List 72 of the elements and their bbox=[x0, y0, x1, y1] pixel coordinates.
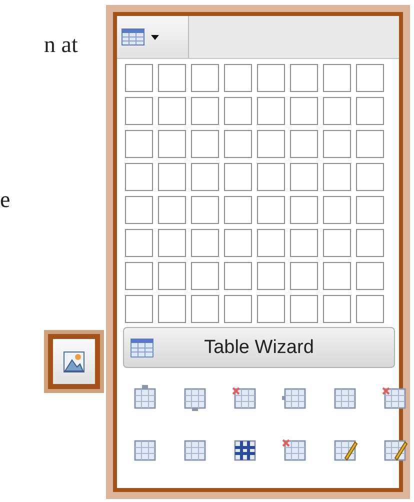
grid-cell[interactable] bbox=[224, 64, 252, 92]
grid-cell[interactable] bbox=[356, 196, 384, 224]
grid-cell[interactable] bbox=[356, 295, 384, 323]
grid-cell[interactable] bbox=[323, 97, 351, 125]
grid-cell[interactable] bbox=[257, 229, 285, 257]
grid-cell[interactable] bbox=[125, 64, 153, 92]
grid-cell[interactable] bbox=[191, 97, 219, 125]
grid-cell[interactable] bbox=[257, 163, 285, 191]
table-icon bbox=[130, 338, 154, 358]
grid-cell[interactable] bbox=[356, 163, 384, 191]
grid-cell[interactable] bbox=[191, 130, 219, 158]
grid-cell[interactable] bbox=[191, 229, 219, 257]
grid-cell[interactable] bbox=[224, 163, 252, 191]
grid-cell[interactable] bbox=[224, 196, 252, 224]
grid-cell[interactable] bbox=[356, 229, 384, 257]
grid-cell[interactable] bbox=[257, 97, 285, 125]
grid-cell[interactable] bbox=[224, 229, 252, 257]
grid-cell[interactable] bbox=[290, 295, 318, 323]
grid-cell[interactable] bbox=[158, 229, 186, 257]
document-text: e bbox=[0, 187, 10, 213]
grid-cell[interactable] bbox=[191, 262, 219, 290]
document-text: n at bbox=[44, 32, 78, 58]
table-dropdown-button[interactable] bbox=[117, 16, 189, 58]
grid-cell[interactable] bbox=[191, 163, 219, 191]
grid-cell[interactable] bbox=[323, 229, 351, 257]
grid-cell[interactable] bbox=[257, 196, 285, 224]
grid-cell[interactable] bbox=[290, 196, 318, 224]
grid-cell[interactable] bbox=[323, 262, 351, 290]
grid-cell[interactable] bbox=[125, 163, 153, 191]
grid-cell[interactable] bbox=[191, 64, 219, 92]
grid-cell[interactable] bbox=[323, 130, 351, 158]
grid-cell[interactable] bbox=[125, 262, 153, 290]
grid-cell[interactable] bbox=[290, 97, 318, 125]
grid-cell[interactable] bbox=[158, 295, 186, 323]
grid-cell[interactable] bbox=[257, 130, 285, 158]
grid-cell[interactable] bbox=[290, 64, 318, 92]
grid-cell[interactable] bbox=[125, 97, 153, 125]
grid-cell[interactable] bbox=[158, 130, 186, 158]
landscape-icon bbox=[63, 350, 85, 372]
grid-cell[interactable] bbox=[158, 196, 186, 224]
grid-cell[interactable] bbox=[191, 196, 219, 224]
caret-icon bbox=[151, 34, 159, 40]
grid-cell[interactable] bbox=[158, 64, 186, 92]
grid-cell[interactable] bbox=[257, 262, 285, 290]
table-wizard-button[interactable]: Table Wizard bbox=[123, 327, 395, 368]
grid-cell[interactable] bbox=[323, 163, 351, 191]
grid-cell[interactable] bbox=[158, 262, 186, 290]
grid-cell[interactable] bbox=[290, 262, 318, 290]
grid-cell[interactable] bbox=[125, 130, 153, 158]
grid-cell[interactable] bbox=[191, 295, 219, 323]
grid-cell[interactable] bbox=[125, 196, 153, 224]
grid-cell[interactable] bbox=[224, 262, 252, 290]
grid-cell[interactable] bbox=[323, 295, 351, 323]
grid-cell[interactable] bbox=[158, 97, 186, 125]
grid-cell[interactable] bbox=[323, 64, 351, 92]
grid-cell[interactable] bbox=[158, 163, 186, 191]
grid-cell[interactable] bbox=[224, 295, 252, 323]
grid-cell[interactable] bbox=[323, 196, 351, 224]
grid-cell[interactable] bbox=[290, 163, 318, 191]
grid-cell[interactable] bbox=[356, 64, 384, 92]
grid-cell[interactable] bbox=[290, 130, 318, 158]
grid-cell[interactable] bbox=[257, 295, 285, 323]
grid-cell[interactable] bbox=[125, 295, 153, 323]
grid-cell[interactable] bbox=[290, 229, 318, 257]
grid-cell[interactable] bbox=[224, 130, 252, 158]
grid-cell[interactable] bbox=[356, 130, 384, 158]
grid-cell[interactable] bbox=[224, 97, 252, 125]
grid-cell[interactable] bbox=[356, 97, 384, 125]
grid-cell[interactable] bbox=[356, 262, 384, 290]
grid-cell[interactable] bbox=[125, 229, 153, 257]
table-icon bbox=[121, 28, 145, 46]
grid-cell[interactable] bbox=[257, 64, 285, 92]
